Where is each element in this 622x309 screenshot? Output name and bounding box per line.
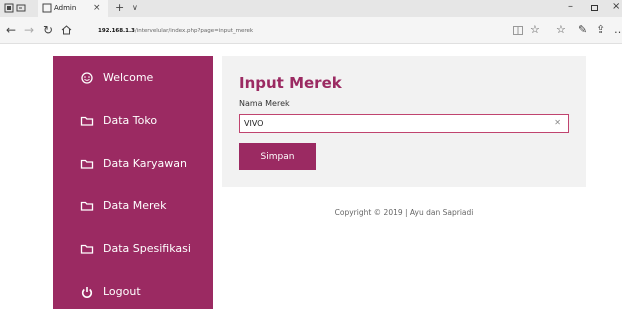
- sidebar-item-label: Data Karyawan: [103, 157, 188, 170]
- footer-copyright: Copyright © 2019 | Ayu dan Sapriadi: [334, 208, 474, 217]
- browser-window: Admin × + ∨ – × ← → ↻ 192.168.1.3/interv…: [0, 0, 622, 309]
- url-field[interactable]: 192.168.1.3/intervelular/index.php?page=…: [98, 25, 550, 37]
- back-icon[interactable]: ←: [6, 23, 16, 37]
- tab-preview-icon[interactable]: [4, 3, 14, 13]
- sidebar: Welcome Data Toko Data Karyawan Data Mer…: [53, 56, 213, 309]
- close-window-icon[interactable]: ×: [612, 1, 620, 13]
- folder-icon: [80, 159, 94, 169]
- sidebar-item-label: Data Spesifikasi: [103, 242, 191, 255]
- share-icon[interactable]: ⇪: [596, 23, 605, 37]
- sidebar-item-label: Welcome: [103, 71, 154, 84]
- url-host: 192.168.1.3: [98, 28, 135, 34]
- minimize-icon[interactable]: –: [568, 1, 573, 13]
- simpan-button[interactable]: Simpan: [239, 143, 316, 170]
- favorites-icon[interactable]: ☆: [556, 23, 566, 37]
- folder-icon: [80, 244, 94, 254]
- close-tab-icon[interactable]: ×: [93, 2, 101, 14]
- sidebar-item-welcome[interactable]: Welcome: [53, 63, 213, 105]
- nama-merek-field[interactable]: ✕: [239, 114, 569, 133]
- refresh-icon[interactable]: ↻: [43, 23, 53, 37]
- sidebar-item-logout[interactable]: Logout: [53, 277, 213, 309]
- reading-view-icon[interactable]: [513, 26, 523, 35]
- set-aside-tabs-icon[interactable]: [16, 3, 26, 13]
- sidebar-item-label: Data Merek: [103, 199, 167, 212]
- sidebar-item-label: Logout: [103, 285, 141, 298]
- sidebar-item-data-toko[interactable]: Data Toko: [53, 106, 213, 148]
- maximize-icon[interactable]: [591, 5, 598, 11]
- clear-input-icon[interactable]: ✕: [554, 117, 561, 129]
- sidebar-item-label: Data Toko: [103, 114, 158, 127]
- address-bar: ← → ↻ 192.168.1.3/intervelular/index.php…: [0, 17, 622, 44]
- notes-icon[interactable]: ✎: [578, 23, 587, 37]
- sidebar-item-data-merek[interactable]: Data Merek: [53, 191, 213, 233]
- home-icon[interactable]: [61, 25, 72, 35]
- url-path: /intervelular/index.php?page=input_merek: [134, 28, 254, 34]
- page-title: Input Merek: [239, 74, 342, 92]
- smile-icon: [81, 72, 93, 84]
- more-icon[interactable]: …: [614, 23, 622, 37]
- nama-merek-label: Nama Merek: [239, 99, 290, 108]
- input-merek-panel: Input Merek Nama Merek ✕ Simpan: [222, 56, 586, 187]
- sidebar-item-data-karyawan[interactable]: Data Karyawan: [53, 149, 213, 191]
- page-icon: [42, 3, 52, 13]
- new-tab-icon[interactable]: +: [115, 1, 124, 14]
- nama-merek-input[interactable]: [244, 115, 544, 132]
- tab-bar: Admin × + ∨ – ×: [0, 0, 622, 17]
- folder-icon: [80, 201, 94, 211]
- forward-icon[interactable]: →: [24, 23, 34, 37]
- chevron-down-icon[interactable]: ∨: [132, 1, 138, 14]
- favorite-star-icon[interactable]: ☆: [530, 23, 540, 37]
- folder-icon: [80, 116, 94, 126]
- sidebar-item-data-spesifikasi[interactable]: Data Spesifikasi: [53, 234, 213, 276]
- tab-title: Admin: [54, 4, 77, 12]
- power-icon: [81, 287, 93, 298]
